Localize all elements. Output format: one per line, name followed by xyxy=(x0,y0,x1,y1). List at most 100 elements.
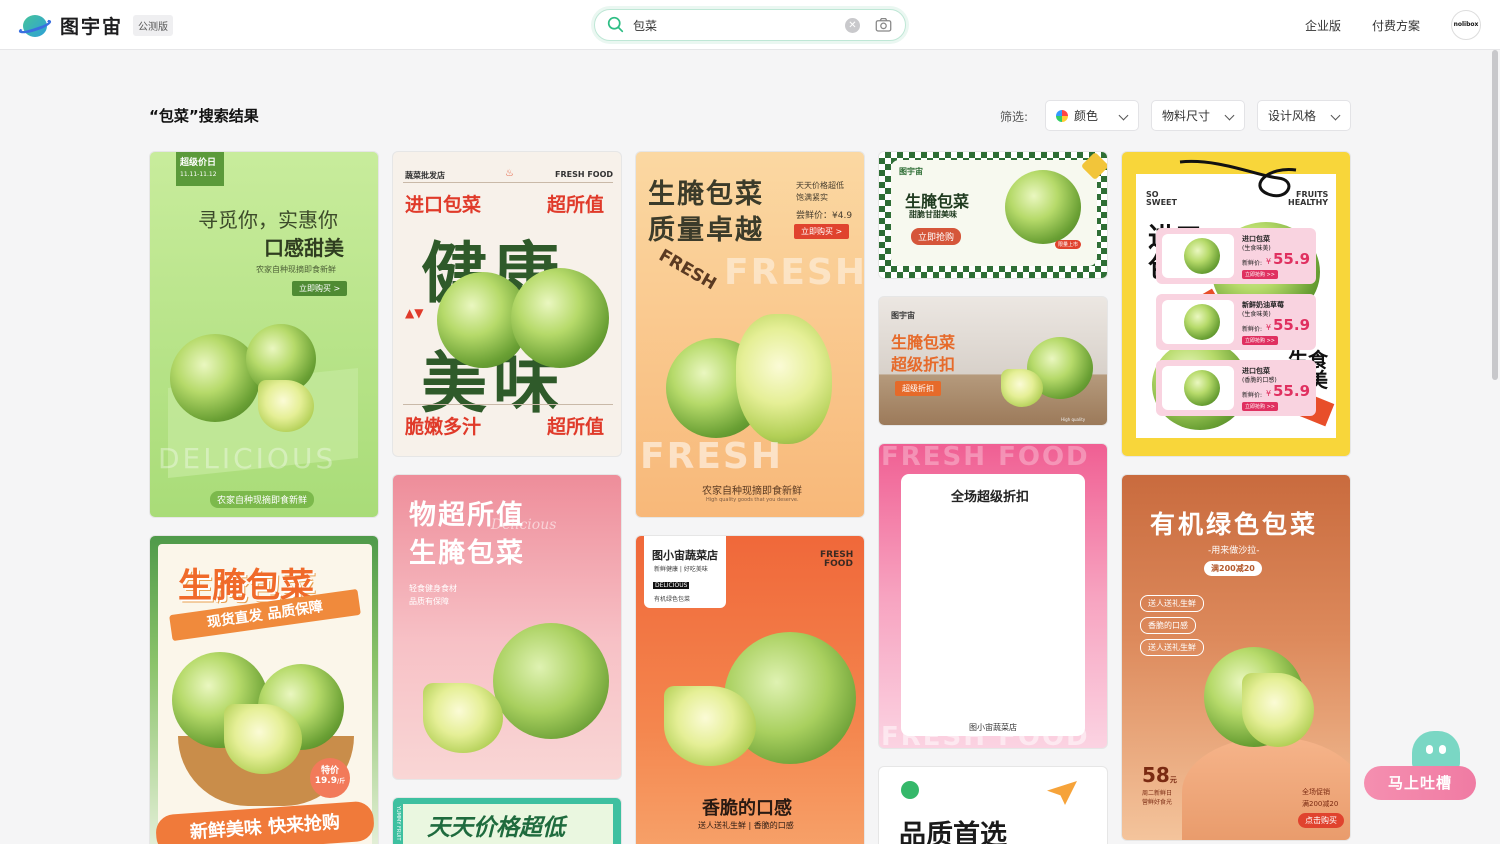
planet-logo-icon xyxy=(17,14,53,38)
bottom-text: 农家自种现摘即食新鲜 xyxy=(702,486,802,497)
cabbage-image xyxy=(1162,234,1234,278)
headline: 生腌包菜 xyxy=(891,333,956,352)
currency: ¥ xyxy=(1266,389,1272,398)
bottom-right: 超所值 xyxy=(547,416,605,438)
price: 58元 xyxy=(1142,763,1177,787)
buy-button: 点击购买 xyxy=(1298,813,1344,828)
template-card[interactable]: 图宇宙 生腌包菜 超级折扣 超级折扣 High quality xyxy=(878,296,1108,426)
price-label: 新鲜价: xyxy=(1242,260,1263,267)
note: 周二新鲜日 xyxy=(1142,790,1173,797)
headline-2: 质量卓越 xyxy=(648,215,764,246)
template-card[interactable]: 图宇宙 生腌包菜 甜脆甘甜美味 立即抢购 限量上市 xyxy=(878,151,1108,279)
template-card[interactable]: SO SWEET FRUITS HEALTHY 进口 包菜 商品 生食 味美 商… xyxy=(1121,151,1351,457)
nav-pricing[interactable]: 付费方案 xyxy=(1372,17,1420,34)
clear-icon[interactable]: ✕ xyxy=(845,18,860,33)
subtitle-2: 品质有保障 xyxy=(409,597,449,606)
shop-sub: 新鲜健康 | 好吃美味 xyxy=(654,566,708,573)
brand: 图宇宙 xyxy=(899,167,923,176)
template-card[interactable]: FRESH FOOD FRESH FOOD 全场超级折扣 图小宙蔬菜店 xyxy=(878,443,1108,749)
subtitle: 农家自种现摘即食新鲜 xyxy=(256,265,336,274)
side-text: YUMMY FRUIT xyxy=(395,806,401,841)
search-bar[interactable]: ✕ xyxy=(594,9,906,41)
footer: 图小宙蔬菜店 xyxy=(969,723,1017,732)
filter-label: 筛选: xyxy=(1000,110,1029,124)
background-word: DELICIOUS xyxy=(158,442,337,475)
item-sub: (生食味美) xyxy=(1242,311,1271,318)
cabbage-half-image xyxy=(736,314,832,444)
side-text: 天天价格超低 xyxy=(796,181,844,190)
camera-icon[interactable] xyxy=(875,17,892,33)
chevron-down-icon xyxy=(1118,110,1129,121)
shop-name: 蔬菜批发店 xyxy=(405,171,445,180)
price: 55.9 xyxy=(1273,382,1311,400)
brand-2: FOOD xyxy=(824,559,853,569)
template-card[interactable]: 天天价格超低 YUMMY FRUIT xyxy=(392,797,622,844)
background-word: FRESH FOOD xyxy=(881,443,1090,472)
subtitle: 轻食健身食材 xyxy=(409,584,457,593)
beta-badge: 公测版 xyxy=(133,15,174,36)
search-icon[interactable] xyxy=(607,16,624,33)
nav-enterprise[interactable]: 企业版 xyxy=(1305,17,1341,34)
scrollbar[interactable] xyxy=(1492,50,1498,380)
filter-size-dropdown[interactable]: 物料尺寸 xyxy=(1151,100,1245,131)
filter-size-label: 物料尺寸 xyxy=(1162,109,1211,123)
headline-2: 口感甜美 xyxy=(264,236,344,260)
filter-style-dropdown[interactable]: 设计风格 xyxy=(1257,100,1351,131)
filter-style-label: 设计风格 xyxy=(1268,109,1317,123)
note: High quality xyxy=(1061,417,1086,422)
cabbage-image xyxy=(1184,238,1220,274)
template-card[interactable]: 有机绿色包菜 -用来做沙拉- 满200减20 送人送礼生鲜 香脆的口感 送人送礼… xyxy=(1121,474,1351,841)
item-sub: (香脆的口感) xyxy=(1242,377,1277,384)
price-label: 新鲜价: xyxy=(1242,326,1263,333)
buy-button: 立即抢购 xyxy=(911,228,962,245)
buy-button: 立即购买 > xyxy=(794,224,850,239)
bottom-small-text: High quality goods that you deserve. xyxy=(706,497,799,503)
template-card[interactable]: 蔬菜批发店 ♨ FRESH FOOD 进口包菜 超所值 健康 美味 ▲▼ 脆嫩多… xyxy=(392,151,622,457)
headline: 有机绿色包菜 xyxy=(1150,510,1319,539)
tag: 超级折扣 xyxy=(895,381,941,396)
script-word: Delicious xyxy=(491,517,557,533)
template-card[interactable]: 图小宙蔬菜店 新鲜健康 | 好吃美味 DELICIOUS 有机绿色包菜 FRES… xyxy=(635,535,865,844)
filter-color-label: 颜色 xyxy=(1074,109,1099,123)
brand: FRESH FOOD xyxy=(555,170,614,179)
template-card[interactable]: 物超所值 生腌包菜 Delicious 轻食健身食材 品质有保障 xyxy=(392,474,622,780)
bottom-left: 脆嫩多汁 xyxy=(405,416,482,438)
cabbage-image xyxy=(1162,366,1234,410)
subtitle: 送人送礼生鲜 | 香脆的口感 xyxy=(698,821,794,830)
price: 55.9 xyxy=(1273,250,1311,268)
tag: 送人送礼生鲜 xyxy=(1140,595,1204,612)
app-name: 图宇宙 xyxy=(60,16,124,38)
background-word: FRESH xyxy=(724,252,865,293)
price-label: 新鲜价: xyxy=(1242,392,1263,399)
mascot-icon[interactable] xyxy=(1412,731,1460,771)
arrow-icon: ▲▼ xyxy=(405,306,424,320)
headline: 天天价格超低 xyxy=(427,815,565,841)
promo: 全场促销 xyxy=(1302,788,1330,796)
feedback-button[interactable]: 马上吐槽 xyxy=(1364,766,1476,800)
logo[interactable]: 图宇宙 公测版 xyxy=(17,12,174,39)
template-card[interactable]: 品质首选 xyxy=(878,766,1108,844)
cabbage-image xyxy=(511,268,609,368)
flame-icon: ♨ xyxy=(505,168,514,179)
promo-2: 满200减20 xyxy=(1302,800,1339,808)
cabbage-half-image xyxy=(664,686,756,766)
headline: 寻觅你，实惠你 xyxy=(198,208,338,232)
cabbage-image xyxy=(493,623,609,739)
cabbage-half-image xyxy=(1001,369,1043,407)
template-card[interactable]: 超级价日 11.11-11.12 寻觅你，实惠你 口感甜美 农家自种现摘即食新鲜 … xyxy=(149,151,379,518)
template-card[interactable]: 生腌包菜 质量卓越 天天价格超低 饱满紧实 尝鲜价：¥4.9 立即购买 > FR… xyxy=(635,151,865,518)
tag: DELICIOUS xyxy=(653,582,690,589)
tag: 限量上市 xyxy=(1055,240,1082,249)
avatar[interactable]: nolibox xyxy=(1451,10,1481,40)
cabbage-image xyxy=(1184,304,1220,340)
headline: 品质首选 xyxy=(899,820,1007,844)
cabbage-image xyxy=(1005,170,1081,244)
bottom-tag: 农家自种现摘即食新鲜 xyxy=(210,491,315,508)
label-2: SWEET xyxy=(1146,198,1177,207)
cabbage-half-image xyxy=(258,380,314,432)
brand: 图宇宙 xyxy=(891,311,915,320)
filter-color-dropdown[interactable]: 颜色 xyxy=(1045,100,1139,131)
headline: 全场超级折扣 xyxy=(951,490,1030,505)
search-input[interactable] xyxy=(633,16,823,34)
template-card[interactable]: 生腌包菜 现货直发 品质保障 特价 19.9/斤 新鲜美味 快来抢购 xyxy=(149,535,379,844)
